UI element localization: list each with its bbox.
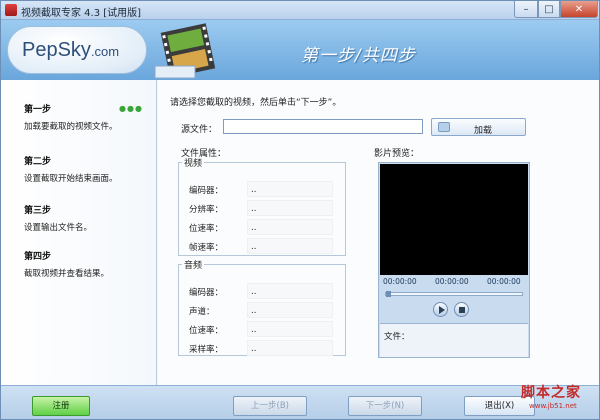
sidebar-step-3: 第三步 设置输出文件名。 [24, 206, 93, 233]
load-button[interactable]: 加载 [431, 118, 526, 136]
minimize-button[interactable]: – [514, 1, 538, 18]
time-current: 00:00:00 [435, 277, 469, 286]
file-label: 文件： [384, 332, 410, 342]
video-screen [380, 164, 528, 275]
stop-button[interactable] [454, 302, 469, 317]
prev-step-button[interactable]: 上一步(B) [233, 396, 307, 416]
audio-group: 音频 编码器： .. 声道： .. 位速率： .. 采样率： .. [178, 258, 346, 356]
watermark-url: www.jb51.net [529, 402, 577, 410]
time-end: 00:00:00 [487, 277, 521, 286]
close-button[interactable]: ✕ [560, 1, 598, 18]
app-icon [5, 4, 17, 16]
video-bitrate-row: 位速率： .. [189, 219, 334, 235]
active-step-indicator: ●●● [119, 104, 143, 113]
window-title: 视频截取专家 4.3 [试用版] [21, 8, 142, 19]
source-file-input[interactable] [223, 119, 423, 134]
sidebar-step-1: 第一步 加载要截取的视频文件。 [24, 105, 118, 132]
video-framerate-row: 帧速率： .. [189, 238, 334, 254]
wizard-footer: 注册 上一步(B) 下一步(N) 退出(X) [1, 385, 599, 419]
main-panel: 请选择您截取的视频，然后单击“下一步”。 源文件： 加载 文件属性： 影片预览：… [158, 80, 599, 385]
preview-label: 影片预览： [374, 149, 420, 159]
step-sidebar: 第一步 加载要截取的视频文件。 ●●● 第二步 设置截取开始结束画面。 第三步 … [1, 80, 157, 385]
audio-codec-row: 编码器： .. [189, 283, 334, 299]
instruction-text: 请选择您截取的视频，然后单击“下一步”。 [170, 98, 342, 108]
video-preview-panel: 00:00:00 00:00:00 00:00:00 文件： [378, 162, 530, 358]
sidebar-step-2: 第二步 设置截取开始结束画面。 [24, 157, 118, 184]
wizard-header: PepSky.com 第一步/共四步 [1, 20, 599, 80]
register-button[interactable]: 注册 [32, 396, 90, 416]
pepsky-logo: PepSky.com [7, 26, 147, 74]
folder-icon [438, 122, 450, 132]
preview-file-info: 文件： [380, 323, 528, 357]
video-codec-row: 编码器： .. [189, 181, 334, 197]
film-strip-icon [154, 23, 216, 79]
title-bar[interactable]: 视频截取专家 4.3 [试用版] – □ ✕ [1, 1, 599, 20]
seek-slider[interactable] [385, 291, 523, 297]
next-step-button[interactable]: 下一步(N) [348, 396, 422, 416]
video-group: 视频 编码器： .. 分辨率： .. 位速率： .. 帧速率： .. [178, 156, 346, 256]
watermark: 脚本之家 [521, 385, 581, 401]
time-start: 00:00:00 [383, 277, 417, 286]
audio-bitrate-row: 位速率： .. [189, 321, 334, 337]
video-resolution-row: 分辨率： .. [189, 200, 334, 216]
play-button[interactable] [433, 302, 448, 317]
sidebar-step-4: 第四步 截取视频并查看结果。 [24, 252, 110, 279]
source-file-label: 源文件： [181, 125, 218, 135]
app-window: 视频截取专家 4.3 [试用版] – □ ✕ PepSky.com 第一步/共四… [0, 0, 600, 420]
audio-samplerate-row: 采样率： .. [189, 340, 334, 356]
step-title: 第一步/共四步 [301, 46, 416, 66]
seek-knob[interactable] [386, 291, 391, 297]
maximize-button[interactable]: □ [538, 1, 560, 18]
audio-channels-row: 声道： .. [189, 302, 334, 318]
